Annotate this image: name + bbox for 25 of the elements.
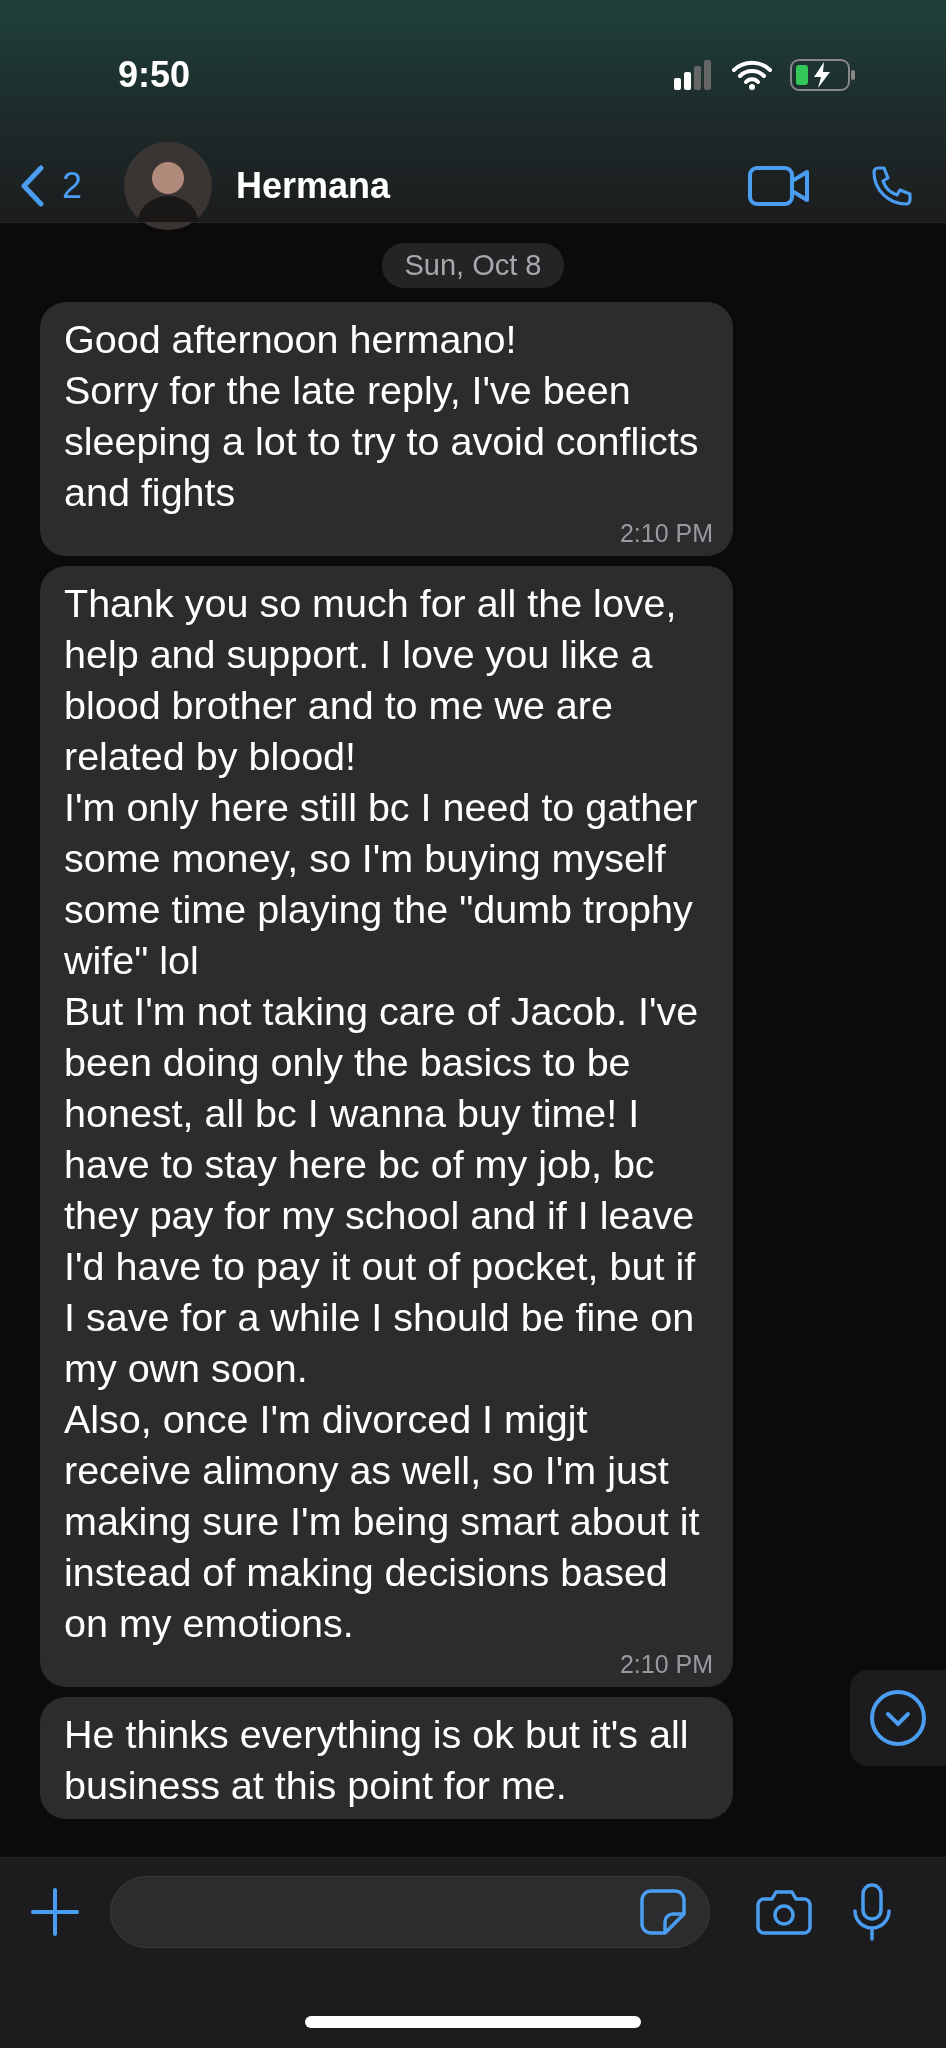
- date-divider: Sun, Oct 8: [382, 243, 564, 288]
- chevron-left-icon: [20, 165, 44, 207]
- contact-name[interactable]: Hermana: [236, 165, 748, 207]
- camera-button[interactable]: [756, 1889, 812, 1935]
- video-call-button[interactable]: [748, 166, 810, 206]
- add-button[interactable]: [30, 1887, 80, 1937]
- plus-icon: [30, 1887, 80, 1937]
- microphone-icon: [852, 1883, 892, 1941]
- message-time: 2:10 PM: [619, 518, 713, 548]
- sticker-icon: [639, 1888, 687, 1936]
- chevron-down-circle-icon: [869, 1689, 927, 1747]
- video-camera-icon: [748, 166, 810, 206]
- clock-time: 9:50: [118, 54, 191, 96]
- message-time: 2:10 PM: [619, 1649, 713, 1679]
- wifi-icon: [732, 60, 772, 90]
- microphone-button[interactable]: [852, 1883, 892, 1941]
- signal-icon: [674, 60, 714, 90]
- message-text: He thinks everything is ok but it's all business at this point for me.: [64, 1711, 690, 1809]
- message-text: Good afternoon hermano! Sorry for the late reply, I've been sleeping a lot to try to avoid conflicts and fights: [64, 316, 700, 516]
- battery-charging-icon: [790, 59, 856, 91]
- back-button[interactable]: 2: [20, 165, 83, 207]
- avatar[interactable]: [124, 142, 213, 230]
- scroll-down-button[interactable]: [850, 1670, 946, 1766]
- message-text: Thank you so much for all the love, help and support. I love you like a blood brother and to me we are related by blood! I'm only here still bc I need to gather some money, so I'm buying myself some time playing the "dumb trophy wife" lol But I'm not taking care of Jacob. I've been doing only the basics to be honest, all bc I wanna buy time! I have to stay here bc of my job, bc they pay for my school and if I leave I'd have to pay it out of pocket, but if I save for a while I should be fine on my own soon. Also, once I'm divorced I migjt receive alimony as well, so I'm just making sure I'm being smart about it instead of making decisions based on my emotions.: [64, 580, 701, 1647]
- camera-icon: [756, 1889, 812, 1935]
